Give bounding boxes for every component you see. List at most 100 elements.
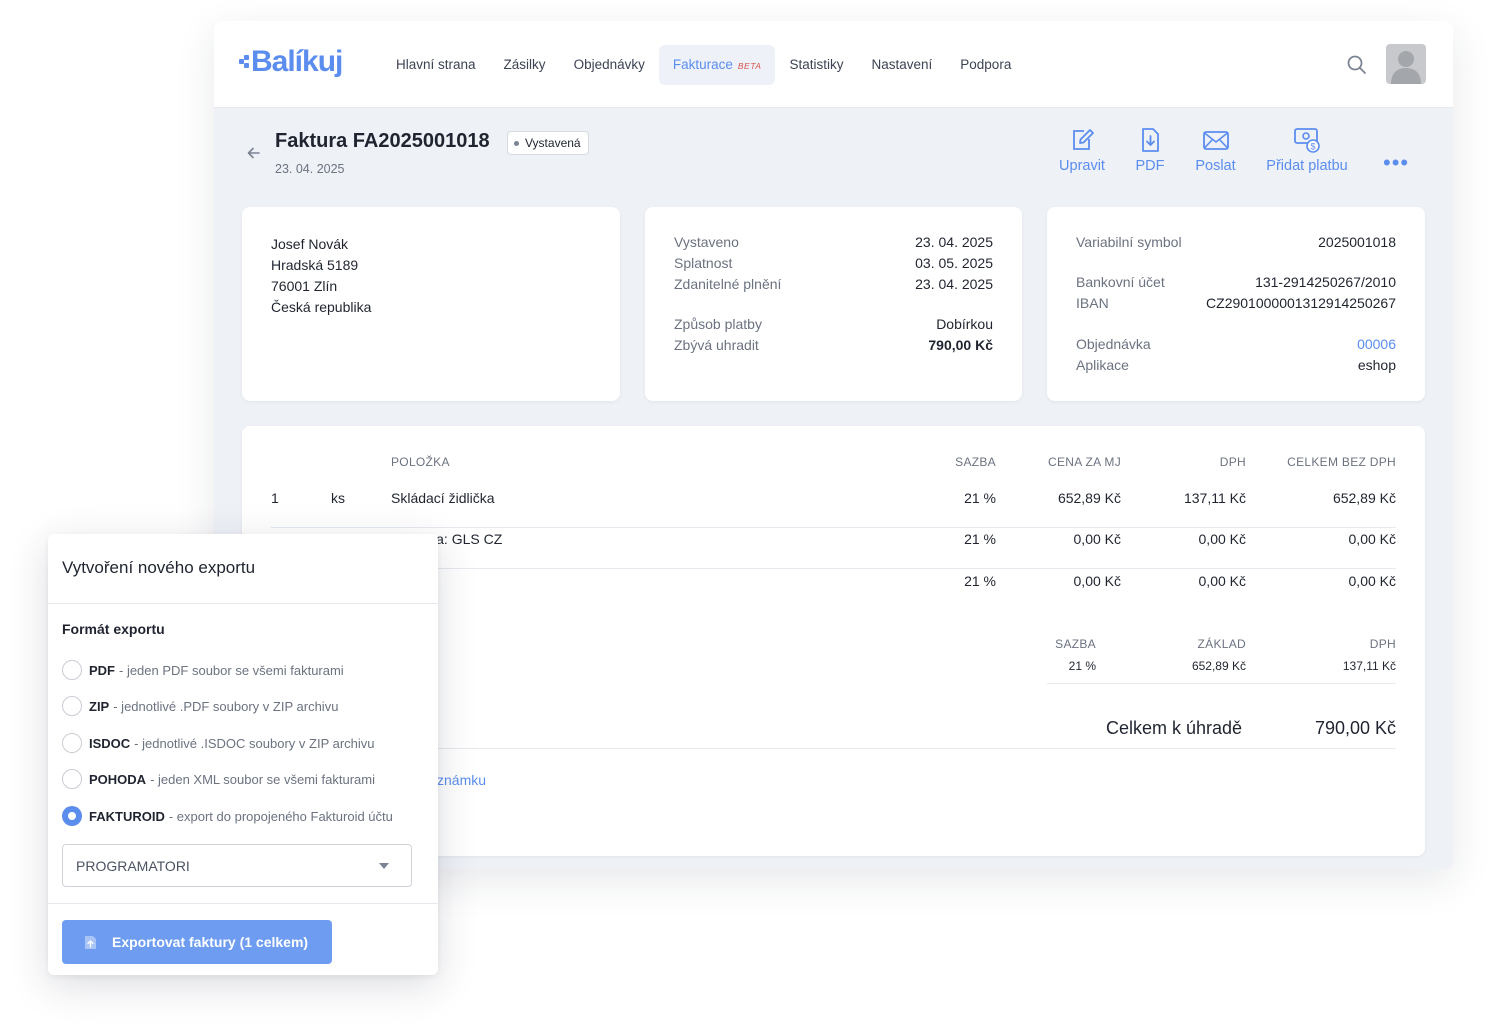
row-unit: ks — [331, 490, 345, 506]
taxable-label: Zdanitelné plnění — [674, 276, 782, 292]
row-qty: 1 — [271, 490, 279, 506]
nav-item-settings[interactable]: Nastavení — [857, 45, 946, 85]
account-select[interactable]: PROGRAMATORI — [62, 844, 412, 887]
send-button[interactable]: Poslat — [1192, 126, 1239, 174]
account-value: 131-2914250267/2010 — [1255, 274, 1396, 290]
format-option-isdoc[interactable]: ISDOC - jednotlivé .ISDOC soubory v ZIP … — [62, 732, 375, 754]
logo-text: Balíkuj — [251, 45, 343, 78]
payment-icon: $ — [1294, 128, 1320, 153]
header-vat: DPH — [1219, 455, 1246, 469]
add-payment-label: Přidat platbu — [1266, 158, 1348, 174]
export-button-label: Exportovat faktury (1 celkem) — [112, 934, 309, 950]
summary-rate-header: SAZBA — [1055, 637, 1096, 651]
export-invoices-button[interactable]: Exportovat faktury (1 celkem) — [62, 920, 332, 964]
format-option-pdf[interactable]: PDF - jeden PDF soubor se všemi fakturam… — [62, 659, 344, 681]
due-row: Splatnost 03. 05. 2025 — [674, 253, 993, 274]
table-row: 1 ks Skládací židlička 21 % 652,89 Kč 13… — [271, 487, 1396, 528]
iban-row: IBAN CZ2901000001312914250267 — [1076, 293, 1396, 314]
more-options-icon[interactable]: ••• — [1383, 152, 1409, 174]
pdf-download-icon — [1142, 128, 1159, 152]
nav-item-invoicing[interactable]: Fakturace BETA — [658, 45, 776, 85]
remaining-row: Zbývá uhradit 790,00 Kč — [674, 335, 993, 356]
top-navigation-bar: Balíkuj Hlavní strana Zásilky Objednávky… — [214, 21, 1453, 108]
format-option-pohoda[interactable]: POHODA - jeden XML soubor se všemi faktu… — [62, 768, 375, 790]
option-desc: - jeden PDF soubor se všemi fakturami — [119, 662, 344, 678]
remaining-value: 790,00 Kč — [928, 337, 993, 353]
total-value: 790,00 Kč — [1314, 718, 1396, 738]
option-desc: - jednotlivé .PDF soubory v ZIP archivu — [113, 698, 339, 714]
payment-method-value: Dobírkou — [936, 316, 993, 332]
user-avatar[interactable] — [1386, 44, 1426, 84]
nav-item-orders[interactable]: Objednávky — [560, 45, 659, 85]
customer-country: Česká republika — [271, 299, 372, 315]
radio-pohoda[interactable] — [62, 769, 82, 789]
summary-base-header: ZÁKLAD — [1197, 637, 1246, 651]
summary-base: 652,89 Kč — [1191, 659, 1246, 673]
summary-vat-header: DPH — [1369, 637, 1396, 651]
payment-details-card: Variabilní symbol 2025001018 Bankovní úč… — [1047, 207, 1425, 401]
row-total: 0,00 Kč — [1348, 573, 1396, 589]
beta-badge: BETA — [737, 61, 762, 71]
row-unit-price: 652,89 Kč — [1057, 490, 1121, 506]
radio-fakturoid-selected[interactable] — [62, 806, 82, 826]
payment-method-label: Způsob platby — [674, 316, 762, 332]
radio-zip[interactable] — [62, 696, 82, 716]
option-name: POHODA — [89, 771, 147, 787]
nav-item-invoicing-label: Fakturace — [672, 57, 733, 72]
add-payment-button[interactable]: $ Přidat platbu — [1263, 126, 1351, 174]
app-row: Aplikace eshop — [1076, 355, 1396, 376]
svg-text:$: $ — [1310, 142, 1315, 152]
option-name: FAKTUROID — [89, 808, 165, 824]
pdf-button[interactable]: PDF — [1132, 126, 1168, 174]
search-icon[interactable] — [1346, 54, 1368, 76]
chevron-down-icon — [379, 863, 389, 869]
option-name: ZIP — [89, 698, 110, 714]
order-link[interactable]: 00006 — [1357, 334, 1396, 355]
nav-item-home[interactable]: Hlavní strana — [382, 45, 490, 85]
header-unit-price: CENA ZA MJ — [1047, 455, 1121, 469]
row-rate: 21 % — [964, 490, 996, 506]
row-total: 0,00 Kč — [1348, 531, 1396, 547]
format-option-zip[interactable]: ZIP - jednotlivé .PDF soubory v ZIP arch… — [62, 695, 338, 717]
send-label: Poslat — [1195, 158, 1236, 174]
row-rate: 21 % — [964, 531, 996, 547]
edit-button[interactable]: Upravit — [1057, 126, 1107, 174]
add-note-link[interactable]: známku — [437, 772, 486, 788]
taxable-row: Zdanitelné plnění 23. 04. 2025 — [674, 274, 993, 295]
vs-row: Variabilní symbol 2025001018 — [1076, 232, 1396, 253]
due-value: 03. 05. 2025 — [915, 255, 993, 271]
app-label: Aplikace — [1076, 357, 1129, 373]
due-label: Splatnost — [674, 255, 733, 271]
avatar-placeholder-icon — [1391, 51, 1421, 84]
payment-method-row: Způsob platby Dobírkou — [674, 314, 993, 335]
account-select-value: PROGRAMATORI — [76, 858, 190, 874]
total-divider — [271, 748, 1396, 749]
envelope-icon — [1202, 131, 1229, 150]
customer-street: Hradská 5189 — [271, 257, 359, 273]
app-value: eshop — [1357, 357, 1396, 373]
customer-card: Josef Novák Hradská 5189 76001 Zlín Česk… — [242, 207, 620, 401]
remaining-label: Zbývá uhradit — [674, 337, 759, 353]
nav-item-support[interactable]: Podpora — [946, 45, 1025, 85]
order-row: Objednávka 00006 — [1076, 334, 1396, 355]
row-unit-price: 0,00 Kč — [1073, 573, 1121, 589]
edit-icon — [1073, 129, 1094, 150]
radio-isdoc[interactable] — [62, 733, 82, 753]
option-desc: - export do propojeného Fakturoid účtu — [168, 808, 393, 824]
row-rate: 21 % — [964, 573, 996, 589]
customer-name: Josef Novák — [271, 236, 349, 252]
row-item: Skládací židlička — [391, 490, 495, 506]
total-label: Celkem k úhradě — [1106, 718, 1243, 738]
balikuj-logo[interactable]: Balíkuj — [239, 45, 343, 79]
nav-item-statistics[interactable]: Statistiky — [775, 45, 857, 85]
summary-vat: 137,11 Kč — [1342, 659, 1396, 673]
option-desc: - jeden XML soubor se všemi fakturami — [150, 771, 376, 787]
row-vat: 0,00 Kč — [1198, 531, 1246, 547]
format-option-fakturoid[interactable]: FAKTUROID - export do propojeného Faktur… — [62, 805, 393, 827]
issued-row: Vystaveno 23. 04. 2025 — [674, 232, 993, 253]
vs-value: 2025001018 — [1318, 234, 1396, 250]
radio-pdf[interactable] — [62, 660, 82, 680]
nav-item-shipments[interactable]: Zásilky — [490, 45, 560, 85]
format-label: Formát exportu — [62, 621, 165, 637]
summary-divider — [1047, 683, 1396, 684]
